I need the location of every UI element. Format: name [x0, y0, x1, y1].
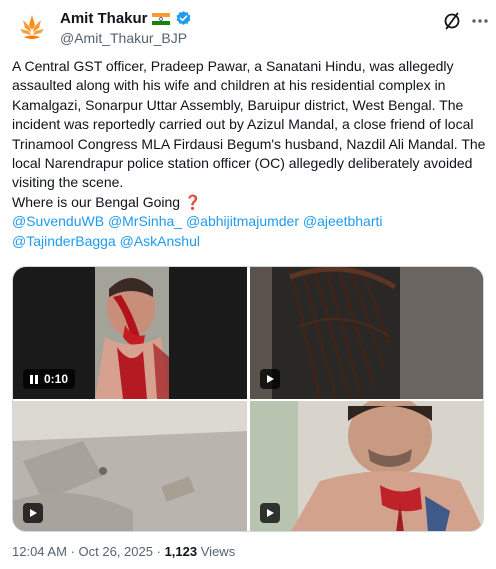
tweet-header: Amit Thakur @Amit_Thakur_BJP: [0, 0, 496, 56]
mention-link[interactable]: @AskAnshul: [120, 233, 200, 249]
video-thumbnail[interactable]: [250, 401, 483, 531]
avatar[interactable]: [12, 8, 52, 48]
tweet-text: A Central GST officer, Pradeep Pawar, a …: [12, 57, 486, 251]
views-label: Views: [200, 544, 236, 559]
mention-link[interactable]: @MrSinha_: [108, 213, 182, 229]
mention-link[interactable]: @TajinderBagga: [12, 233, 116, 249]
pause-icon: [30, 374, 38, 384]
mention-link[interactable]: @abhijitmajumder: [186, 213, 299, 229]
video-frame: [13, 401, 247, 531]
tweet-time[interactable]: 12:04 AM: [12, 544, 67, 559]
video-thumbnail[interactable]: 0:10: [13, 267, 247, 399]
user-handle[interactable]: @Amit_Thakur_BJP: [60, 30, 187, 46]
meta-separator: ·: [156, 544, 161, 559]
tweet-card: Amit Thakur @Amit_Thakur_BJP A Central G…: [0, 0, 496, 569]
question-line: Where is our Bengal Going: [12, 193, 181, 210]
video-timer: 0:10: [44, 372, 69, 386]
grok-slash-icon[interactable]: [442, 11, 462, 31]
video-frame: [250, 267, 483, 399]
tweet-body: A Central GST officer, Pradeep Pawar, a …: [12, 58, 486, 191]
video-thumbnail[interactable]: [13, 401, 247, 531]
play-icon[interactable]: [260, 369, 280, 389]
tweet-meta: 12:04 AM · Oct 26, 2025 · 1,123 Views: [12, 544, 235, 559]
video-thumbnail[interactable]: [250, 267, 483, 399]
verified-badge-icon[interactable]: [175, 10, 192, 27]
question-emoji: ❓: [183, 193, 202, 210]
meta-separator: ·: [70, 544, 75, 559]
mention-list: @SuvenduWB @MrSinha_ @abhijitmajumder @a…: [12, 213, 383, 248]
video-frame: [250, 401, 483, 531]
play-icon[interactable]: [23, 503, 43, 523]
media-grid: 0:10: [12, 266, 484, 532]
india-flag-icon: [151, 12, 170, 25]
display-name[interactable]: Amit Thakur: [60, 10, 148, 27]
play-icon[interactable]: [260, 503, 280, 523]
mention-link[interactable]: @ajeetbharti: [303, 213, 383, 229]
video-timer-badge[interactable]: 0:10: [23, 369, 76, 389]
more-horizontal-icon[interactable]: [470, 11, 490, 31]
mention-link[interactable]: @SuvenduWB: [12, 213, 104, 229]
views-count: 1,123: [164, 544, 198, 559]
saffron-lotus-icon: [12, 8, 52, 48]
tweet-date[interactable]: Oct 26, 2025: [79, 544, 153, 559]
name-row: Amit Thakur: [60, 10, 192, 27]
